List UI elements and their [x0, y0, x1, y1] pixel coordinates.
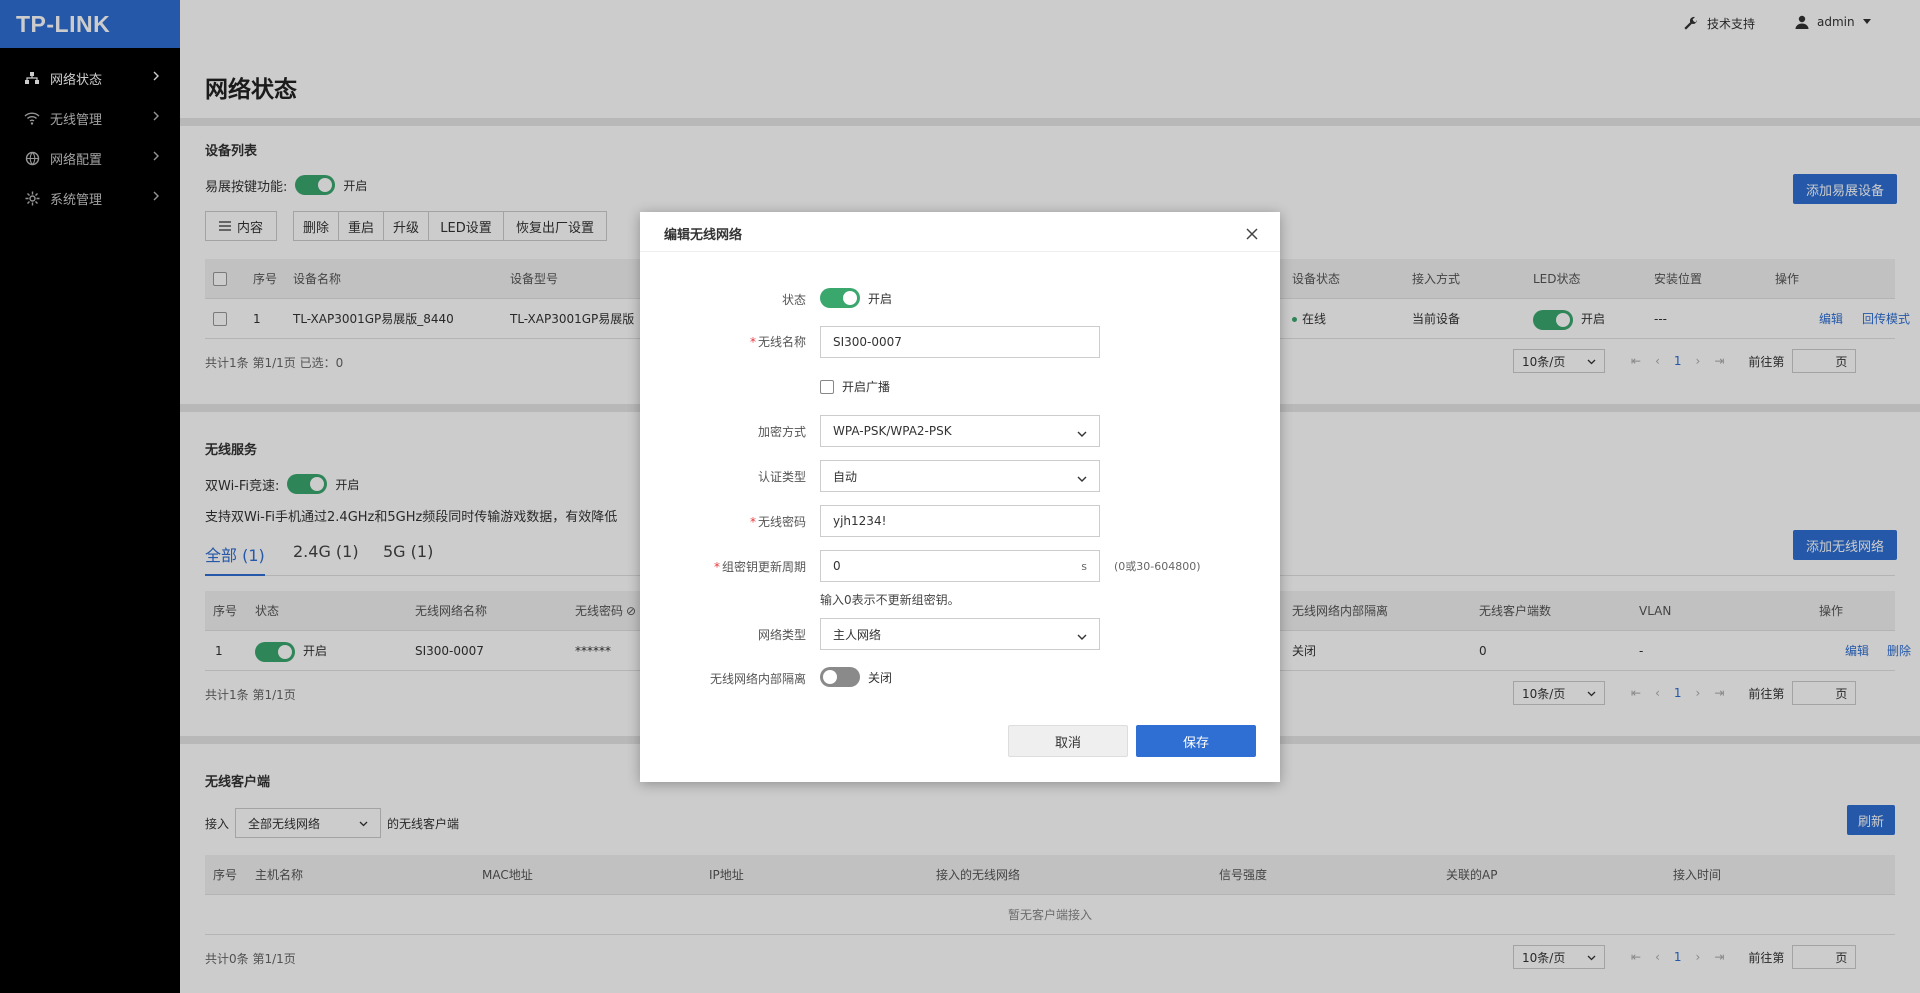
- ssid-input-value: SI300-0007: [833, 335, 902, 349]
- isolation-value: 关闭: [868, 670, 893, 685]
- chevron-down-icon: [1077, 427, 1087, 441]
- broadcast-row: 开启广播: [820, 378, 890, 395]
- ssid-input[interactable]: SI300-0007: [820, 326, 1100, 358]
- isolation-toggle[interactable]: [820, 667, 860, 687]
- encryption-select[interactable]: WPA-PSK/WPA2-PSK: [820, 415, 1100, 447]
- isolation-label: 无线网络内部隔离: [709, 672, 806, 686]
- close-icon[interactable]: [1246, 220, 1258, 245]
- password-label: * 无线密码: [749, 515, 806, 529]
- encryption-value: WPA-PSK/WPA2-PSK: [833, 424, 952, 438]
- password-label-text: 无线密码: [757, 515, 806, 529]
- ssid-label-text: 无线名称: [757, 335, 806, 349]
- dialog-header: 编辑无线网络: [640, 212, 1280, 252]
- rekey-input[interactable]: 0 s: [820, 550, 1100, 582]
- rekey-label-text: 组密钥更新周期: [721, 560, 806, 574]
- save-button[interactable]: 保存: [1136, 725, 1256, 757]
- status-toggle[interactable]: [820, 288, 860, 308]
- dialog-title: 编辑无线网络: [664, 228, 743, 243]
- chevron-down-icon: [1077, 630, 1087, 644]
- auth-value: 自动: [833, 469, 858, 484]
- broadcast-label: 开启广播: [842, 380, 891, 394]
- isolation-control: 关闭: [820, 667, 892, 687]
- chevron-down-icon: [1077, 472, 1087, 486]
- rekey-value: 0: [833, 559, 841, 573]
- status-control: 开启: [820, 288, 892, 308]
- auth-select[interactable]: 自动: [820, 460, 1100, 492]
- auth-label: 认证类型: [757, 470, 806, 484]
- password-value: yjh1234!: [833, 514, 887, 528]
- cancel-button[interactable]: 取消: [1008, 725, 1128, 757]
- status-value: 开启: [868, 291, 893, 306]
- rekey-label: * 组密钥更新周期: [713, 560, 806, 574]
- rekey-unit: s: [1081, 559, 1087, 573]
- encryption-label: 加密方式: [757, 425, 806, 439]
- network-type-value: 主人网络: [833, 627, 882, 642]
- network-type-select[interactable]: 主人网络: [820, 618, 1100, 650]
- password-input[interactable]: yjh1234!: [820, 505, 1100, 537]
- rekey-hint: 输入0表示不更新组密钥。: [820, 593, 960, 607]
- edit-wireless-dialog: 编辑无线网络 状态 开启 * 无线名称 SI300-0007 开启广播 加密方式 …: [640, 212, 1280, 782]
- ssid-label: * 无线名称: [749, 335, 806, 349]
- status-label: 状态: [781, 293, 806, 307]
- broadcast-checkbox[interactable]: [820, 379, 834, 394]
- rekey-range: (0或30-604800): [1114, 560, 1201, 573]
- network-type-label: 网络类型: [757, 628, 806, 642]
